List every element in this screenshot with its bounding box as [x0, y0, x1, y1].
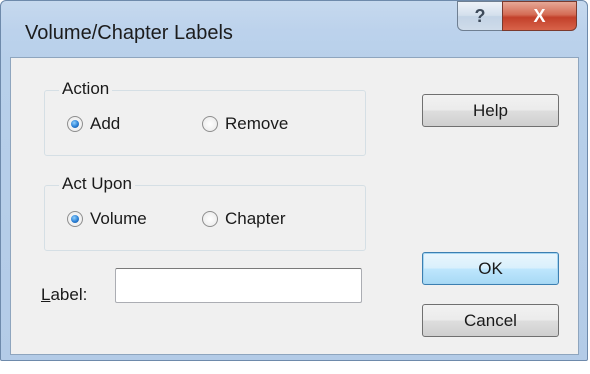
- label-field-caption: Label:: [41, 285, 87, 305]
- window-title: Volume/Chapter Labels: [25, 22, 233, 44]
- radio-add-indicator[interactable]: [67, 116, 83, 132]
- act-upon-group-legend: Act Upon: [59, 174, 135, 194]
- act-upon-groupbox: Act Upon Volume Chapter: [44, 174, 366, 251]
- action-group-legend: Action: [59, 79, 113, 99]
- radio-chapter[interactable]: Chapter: [202, 209, 285, 229]
- radio-remove-label[interactable]: Remove: [225, 114, 288, 134]
- radio-volume[interactable]: Volume: [67, 209, 147, 229]
- cancel-button[interactable]: Cancel: [422, 304, 559, 337]
- ok-button[interactable]: OK: [422, 252, 559, 285]
- radio-add-label[interactable]: Add: [90, 114, 120, 134]
- label-caption-rest: abel:: [50, 285, 88, 304]
- radio-remove-indicator[interactable]: [202, 116, 218, 132]
- radio-volume-indicator[interactable]: [67, 211, 83, 227]
- radio-remove[interactable]: Remove: [202, 114, 288, 134]
- close-icon[interactable]: X: [502, 1, 577, 31]
- radio-add[interactable]: Add: [67, 114, 120, 134]
- radio-volume-label[interactable]: Volume: [90, 209, 147, 229]
- dialog-window: Volume/Chapter Labels ? X Action Add Rem…: [0, 0, 588, 361]
- action-groupbox: Action Add Remove: [44, 79, 366, 156]
- dialog-client-area: Action Add Remove Act Upon Volume Chapte…: [10, 57, 579, 355]
- caption-help-icon[interactable]: ?: [457, 1, 503, 31]
- label-input[interactable]: [115, 268, 362, 303]
- radio-chapter-label[interactable]: Chapter: [225, 209, 285, 229]
- radio-chapter-indicator[interactable]: [202, 211, 218, 227]
- help-button[interactable]: Help: [422, 94, 559, 127]
